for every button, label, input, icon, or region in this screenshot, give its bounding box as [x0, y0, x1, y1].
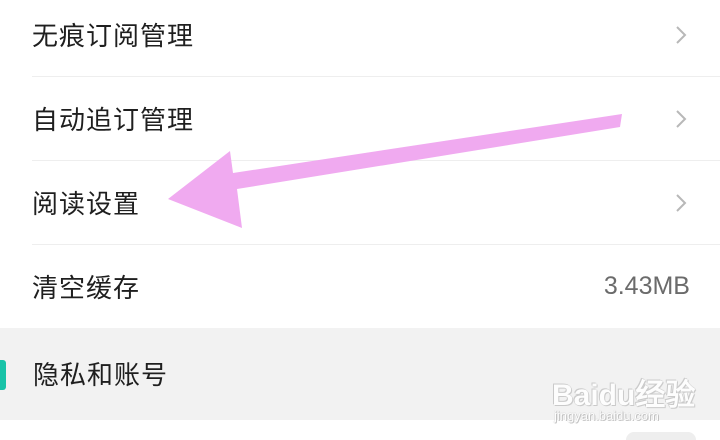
chevron-right-icon: [672, 107, 690, 131]
section-accent-bar: [0, 360, 6, 390]
settings-item-label: 清空缓存: [32, 274, 141, 304]
settings-item-clear-cache[interactable]: 清空缓存 3.43MB: [0, 245, 720, 328]
settings-item-incognito-subscription[interactable]: 无痕订阅管理: [0, 0, 720, 76]
settings-item-label: 阅读设置: [32, 190, 141, 220]
next-card-control: [626, 432, 696, 440]
settings-item-label: 无痕订阅管理: [32, 22, 195, 52]
watermark: Baidu经验 jingyan.baidu.com: [552, 370, 702, 430]
chevron-right-icon: [672, 191, 690, 215]
settings-item-label: 自动追订管理: [32, 106, 195, 136]
cache-size-value: 3.43MB: [603, 272, 690, 300]
watermark-url: jingyan.baidu.com: [554, 408, 659, 423]
settings-screen: 无痕订阅管理 自动追订管理 阅读设置 清空缓存 3.43MB 隐私和账号 Bai…: [0, 0, 720, 440]
section-title: 隐私和账号: [33, 361, 169, 391]
settings-item-reading-settings[interactable]: 阅读设置: [0, 161, 720, 244]
chevron-right-icon: [672, 23, 690, 47]
settings-item-auto-subscription[interactable]: 自动追订管理: [0, 77, 720, 160]
